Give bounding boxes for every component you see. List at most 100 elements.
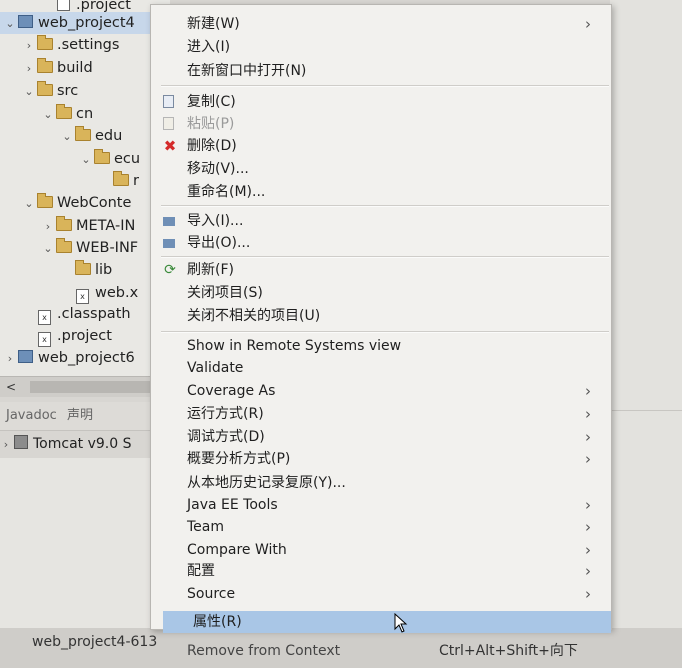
tree-item-label: .settings bbox=[57, 37, 120, 53]
folder-icon bbox=[113, 171, 129, 186]
tree-item[interactable]: lib bbox=[0, 259, 112, 281]
tab-javadoc[interactable]: Javadoc bbox=[6, 408, 57, 423]
tree-item-label: .classpath bbox=[57, 306, 131, 322]
tree-item-label: web_project4 bbox=[38, 15, 135, 31]
copy-icon bbox=[163, 95, 174, 108]
editor-area bbox=[610, 0, 682, 628]
menu-item[interactable]: 概要分析方式(P) › bbox=[151, 448, 611, 470]
menu-item[interactable]: 运行方式(R) › bbox=[151, 403, 611, 425]
menu-item[interactable]: Source › bbox=[151, 583, 611, 605]
menu-item[interactable]: 新建(W) › bbox=[151, 13, 611, 35]
tab-declaration[interactable]: 声明 bbox=[67, 408, 93, 423]
tree-item[interactable]: › build bbox=[0, 57, 93, 79]
menu-item[interactable]: 关闭项目(S) bbox=[151, 282, 611, 304]
file-icon: x bbox=[76, 289, 89, 304]
submenu-arrow-icon: › bbox=[585, 15, 591, 33]
menu-item-label: 复制(C) bbox=[187, 94, 236, 110]
bottom-view-tabs: Javadoc 声明 bbox=[0, 402, 170, 431]
tree-item[interactable]: › META-IN bbox=[0, 215, 135, 237]
folder-icon bbox=[75, 260, 91, 275]
chevron-down-icon[interactable]: ⌄ bbox=[23, 193, 35, 215]
chevron-down-icon[interactable]: ⌄ bbox=[23, 81, 35, 103]
menu-item[interactable]: 导出(O)... bbox=[151, 232, 611, 254]
menu-item-label: 从本地历史记录复原(Y)... bbox=[187, 475, 346, 491]
menu-item-label: 进入(I) bbox=[187, 39, 231, 55]
tree-item-label: src bbox=[57, 83, 79, 99]
mouse-cursor-icon bbox=[394, 613, 408, 633]
chevron-down-icon[interactable]: ⌄ bbox=[4, 13, 16, 35]
menu-separator bbox=[161, 205, 609, 207]
menu-item[interactable]: 调试方式(D) › bbox=[151, 426, 611, 448]
menu-item[interactable]: 属性(R) bbox=[163, 611, 611, 633]
menu-item-label: 刷新(F) bbox=[187, 262, 234, 278]
chevron-down-icon[interactable]: ⌄ bbox=[80, 149, 92, 171]
chevron-right-icon[interactable]: › bbox=[4, 348, 16, 370]
menu-item[interactable]: Java EE Tools › bbox=[151, 494, 611, 516]
submenu-arrow-icon: › bbox=[585, 496, 591, 514]
scroll-left-icon[interactable]: < bbox=[6, 377, 16, 397]
tree-item[interactable]: x web.x bbox=[0, 282, 138, 304]
tree-item[interactable]: › .settings bbox=[0, 34, 119, 56]
menu-item-label: 属性(R) bbox=[193, 614, 242, 630]
file-icon: x bbox=[38, 310, 51, 325]
menu-item[interactable]: 配置 › bbox=[151, 560, 611, 582]
tree-item[interactable]: x .classpath bbox=[0, 303, 131, 325]
tree-item[interactable]: ⌄ WEB-INF bbox=[0, 237, 138, 259]
folder-icon bbox=[37, 81, 53, 96]
menu-item-label: Validate bbox=[187, 360, 244, 376]
menu-item-label: 概要分析方式(P) bbox=[187, 451, 291, 467]
chevron-right-icon[interactable]: › bbox=[23, 58, 35, 80]
folder-icon bbox=[56, 104, 72, 119]
menu-item-label: Java EE Tools bbox=[187, 497, 278, 513]
chevron-down-icon[interactable]: ⌄ bbox=[42, 104, 54, 126]
chevron-right-icon[interactable]: › bbox=[23, 35, 35, 57]
menu-separator bbox=[161, 331, 609, 333]
tree-item[interactable]: x .project bbox=[0, 325, 112, 347]
tree-item[interactable]: ⌄ web_project4 bbox=[0, 12, 170, 34]
menu-item-label: 在新窗口中打开(N) bbox=[187, 63, 307, 79]
chevron-right-icon[interactable]: › bbox=[42, 216, 54, 238]
tree-item[interactable]: ⌄ WebConte bbox=[0, 192, 131, 214]
menu-item[interactable]: Show in Remote Systems view bbox=[151, 335, 611, 357]
menu-item[interactable]: 在新窗口中打开(N) bbox=[151, 60, 611, 82]
scroll-thumb[interactable] bbox=[30, 381, 168, 393]
tree-item[interactable]: ⌄ src bbox=[0, 80, 78, 102]
file-icon: x bbox=[38, 332, 51, 347]
menu-item[interactable]: 重命名(M)... bbox=[151, 181, 611, 203]
menu-item[interactable]: 复制(C) bbox=[151, 91, 611, 113]
menu-item[interactable]: 关闭不相关的项目(U) bbox=[151, 305, 611, 327]
folder-icon bbox=[37, 193, 53, 208]
server-item[interactable]: › Tomcat v9.0 S bbox=[0, 432, 131, 456]
status-text: web_project4-613 bbox=[32, 634, 158, 650]
menu-item[interactable]: 导入(I)... bbox=[151, 210, 611, 232]
tree-item[interactable]: ⌄ ecu bbox=[0, 148, 140, 170]
menu-item[interactable]: Remove from Context Ctrl+Alt+Shift+向下 bbox=[151, 640, 611, 662]
menu-item[interactable]: ⟳ 刷新(F) bbox=[151, 259, 611, 281]
menu-item-label: 移动(V)... bbox=[187, 161, 249, 177]
menu-item[interactable]: ✖ 删除(D) bbox=[151, 135, 611, 157]
shortcut-label: Ctrl+Alt+Shift+向下 bbox=[439, 643, 578, 659]
tree-item-label: cn bbox=[76, 106, 94, 122]
folder-icon bbox=[56, 216, 72, 231]
menu-item[interactable]: Compare With › bbox=[151, 539, 611, 561]
tree-item[interactable]: ⌄ edu bbox=[0, 125, 122, 147]
tree-item-label: web_project6 bbox=[38, 350, 135, 366]
tree-item[interactable]: ⌄ cn bbox=[0, 103, 93, 125]
menu-item-label: Compare With bbox=[187, 542, 287, 558]
menu-item[interactable]: 进入(I) bbox=[151, 36, 611, 58]
menu-item[interactable]: Team › bbox=[151, 516, 611, 538]
chevron-down-icon[interactable]: ⌄ bbox=[61, 126, 73, 148]
chevron-right-icon[interactable]: › bbox=[0, 433, 12, 457]
menu-item-label: 删除(D) bbox=[187, 138, 237, 154]
menu-item[interactable]: Coverage As › bbox=[151, 380, 611, 402]
menu-item[interactable]: 从本地历史记录复原(Y)... bbox=[151, 472, 611, 494]
menu-item-label: 关闭项目(S) bbox=[187, 285, 263, 301]
chevron-down-icon[interactable]: ⌄ bbox=[42, 238, 54, 260]
menu-item[interactable]: Validate bbox=[151, 357, 611, 379]
menu-separator bbox=[161, 85, 609, 87]
menu-item[interactable]: 移动(V)... bbox=[151, 158, 611, 180]
submenu-arrow-icon: › bbox=[585, 405, 591, 423]
tree-item[interactable]: r bbox=[0, 170, 139, 192]
horizontal-scrollbar[interactable]: < bbox=[0, 376, 170, 397]
tree-item[interactable]: › web_project6 bbox=[0, 347, 135, 369]
